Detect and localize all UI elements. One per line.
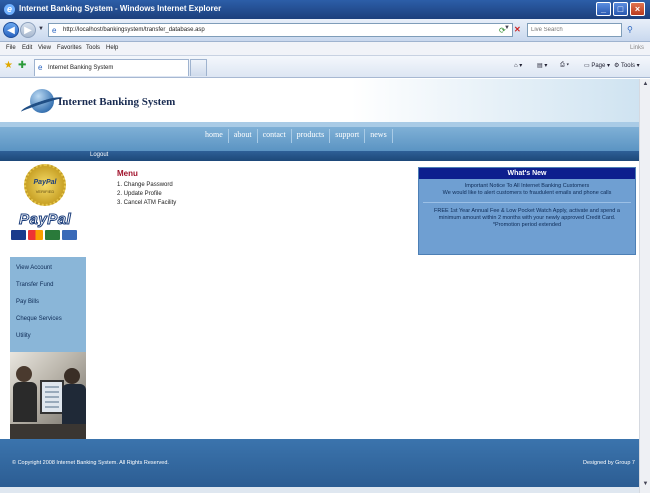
address-url[interactable]: http://localhost/bankingsystem/transfer_…	[63, 27, 205, 33]
search-icon[interactable]: ⚲	[627, 25, 633, 34]
nav-support[interactable]: support	[330, 129, 366, 143]
minimize-button[interactable]: _	[596, 2, 611, 16]
menu-bar: File Edit View Favorites Tools Help Link…	[0, 42, 650, 56]
scroll-up-icon[interactable]: ▲	[641, 81, 650, 91]
nav-news[interactable]: news	[365, 129, 393, 143]
menu-file[interactable]: File	[6, 45, 16, 51]
status-bar-area	[0, 487, 639, 493]
tab-internet-banking[interactable]: e Internet Banking System	[34, 59, 189, 76]
bank-customers-photo	[10, 352, 86, 439]
whats-new-divider	[423, 202, 631, 203]
new-tab-button[interactable]	[190, 59, 207, 76]
nav-contact[interactable]: contact	[258, 129, 292, 143]
paypal-logo[interactable]: PayPal	[18, 211, 71, 229]
site-logo-text: Internet Banking System	[58, 96, 176, 108]
amex-card-icon	[62, 230, 77, 240]
window-titlebar: e Internet Banking System - Windows Inte…	[0, 0, 650, 19]
address-toolbar: ◀ ▶ ▼ e http://localhost/bankingsystem/t…	[0, 19, 650, 42]
menu-item-cancel-atm[interactable]: 3. Cancel ATM Facility	[117, 199, 176, 208]
site-header: Internet Banking System home about conta…	[0, 79, 639, 151]
sidebar-item-cheque-services[interactable]: Cheque Services	[16, 316, 62, 322]
photo-person-right-body	[62, 384, 86, 424]
top-nav: home about contact products support news	[200, 129, 393, 143]
history-dropdown-icon[interactable]: ▼	[38, 26, 44, 32]
photo-person-left-head	[16, 366, 32, 382]
paypal-verified-seal[interactable]: PayPal VERIFIED	[24, 164, 66, 206]
site-footer: © Copyright 2008 Internet Banking System…	[0, 439, 639, 487]
menu-tools[interactable]: Tools	[86, 45, 100, 51]
photo-monitor	[40, 380, 64, 414]
footer-designer: Designed by Group 7	[583, 460, 635, 466]
visa-card-icon	[11, 230, 26, 240]
page-icon: e	[52, 26, 57, 35]
sidebar-item-utility[interactable]: Utility	[16, 333, 31, 339]
menu-help[interactable]: Help	[106, 45, 118, 51]
maximize-button[interactable]: □	[613, 2, 628, 16]
back-arrow-icon[interactable]: ◀	[3, 22, 19, 38]
search-input[interactable]	[528, 24, 621, 36]
photo-person-left-body	[13, 382, 37, 422]
close-button[interactable]: ×	[630, 2, 645, 16]
side-menu: View Account Transfer Fund Pay Bills Che…	[10, 257, 86, 352]
seal-subtitle: VERIFIED	[35, 189, 55, 194]
page-menu-label: Page	[591, 63, 606, 69]
main-menu: Menu 1. Change Password 2. Update Profil…	[117, 169, 176, 208]
whats-new-title: What's New	[419, 168, 635, 179]
sidebar-item-pay-bills[interactable]: Pay Bills	[16, 299, 39, 305]
window-title: Internet Banking System - Windows Intern…	[19, 4, 222, 13]
menu-title: Menu	[117, 169, 138, 178]
page-menu[interactable]: ▭ Page ▾	[584, 62, 610, 69]
ie-logo-icon: e	[4, 4, 15, 15]
logout-bar: Logout	[0, 151, 639, 161]
sidebar-item-transfer-fund[interactable]: Transfer Fund	[16, 282, 53, 288]
footer-copyright: © Copyright 2008 Internet Banking System…	[12, 460, 169, 466]
menu-view[interactable]: View	[38, 45, 51, 51]
menu-favorites[interactable]: Favorites	[57, 45, 82, 51]
notice-body: We would like to alert customers to frau…	[442, 190, 612, 196]
promo-text: FREE 1st Year Annual Fee & Low Pocket Wa…	[434, 208, 620, 228]
whats-new-panel: What's New Important Notice To All Inter…	[418, 167, 636, 255]
discover-card-icon	[45, 230, 60, 240]
scroll-down-icon[interactable]: ▼	[641, 481, 650, 491]
nav-home[interactable]: home	[200, 129, 229, 143]
menu-edit[interactable]: Edit	[22, 45, 32, 51]
sidebar-item-view-account[interactable]: View Account	[16, 265, 52, 271]
tab-label: Internet Banking System	[48, 65, 114, 71]
card-logos	[11, 230, 77, 240]
tab-page-icon: e	[38, 63, 43, 72]
links-label[interactable]: Links	[630, 45, 644, 51]
tools-menu[interactable]: ⚙ Tools ▾	[614, 62, 640, 69]
nav-about[interactable]: about	[229, 129, 258, 143]
add-favorites-icon[interactable]: ✚	[18, 60, 26, 71]
home-icon[interactable]: ⌂ ▾	[514, 62, 522, 69]
photo-desk	[10, 424, 86, 439]
forward-arrow-icon[interactable]: ▶	[20, 22, 36, 38]
logout-link[interactable]: Logout	[90, 152, 108, 158]
favorites-star-icon[interactable]: ★	[4, 60, 13, 71]
address-field[interactable]: e http://localhost/bankingsystem/transfe…	[48, 23, 513, 37]
vertical-scrollbar[interactable]: ▲ ▼	[639, 79, 650, 493]
mastercard-icon	[28, 230, 43, 240]
feeds-icon[interactable]: ▤ ▾	[537, 62, 547, 69]
notice-title: Important Notice To All Internet Banking…	[464, 183, 590, 189]
menu-item-update-profile[interactable]: 2. Update Profile	[117, 190, 176, 199]
nav-products[interactable]: products	[292, 129, 331, 143]
tools-menu-label: Tools	[620, 63, 635, 69]
menu-item-change-password[interactable]: 1. Change Password	[117, 181, 176, 190]
sidebar: PayPal VERIFIED PayPal View Account Tran…	[0, 161, 86, 439]
refresh-icon[interactable]: ⟳	[499, 26, 506, 35]
stop-icon[interactable]: ✕	[514, 25, 521, 34]
photo-screen	[45, 386, 59, 408]
seal-title: PayPal	[33, 179, 57, 186]
photo-person-right-head	[64, 368, 80, 384]
search-box[interactable]	[527, 23, 622, 37]
page-viewport: Internet Banking System home about conta…	[0, 79, 639, 493]
tab-bar: ★ ✚ e Internet Banking System ⌂ ▾ ▤ ▾ ⎙ …	[0, 56, 650, 78]
print-icon[interactable]: ⎙ ▾	[560, 62, 569, 69]
